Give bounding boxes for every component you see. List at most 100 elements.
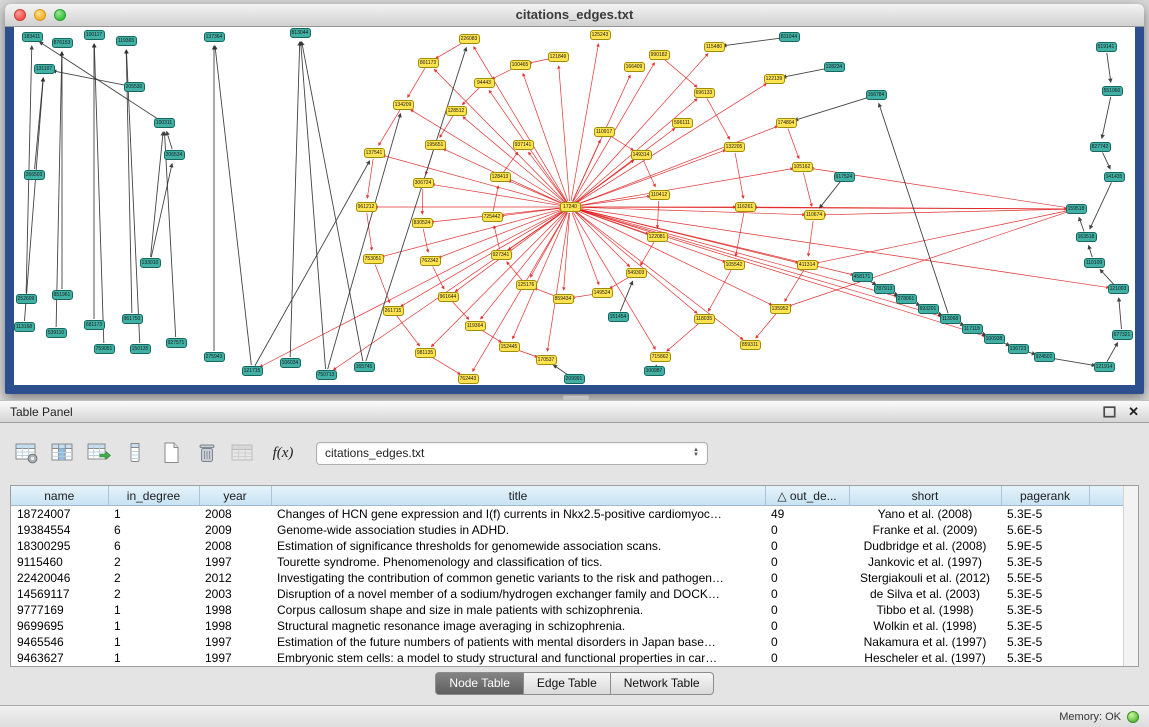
graph-node[interactable]: 113168 — [14, 322, 35, 332]
table-row[interactable]: 1456911722003Disruption of a novel membe… — [11, 586, 1124, 602]
graph-node[interactable]: 275943 — [204, 352, 225, 362]
graph-node[interactable]: 137541 — [364, 148, 385, 158]
graph-node[interactable]: 116261 — [735, 202, 756, 212]
graph-node[interactable]: 110674 — [804, 210, 825, 220]
graph-node[interactable]: 128512 — [446, 106, 467, 116]
column-header-out_de[interactable]: △ out_de... — [765, 486, 849, 506]
graph-node[interactable]: 539110 — [46, 328, 67, 338]
table-scrollbar[interactable] — [1123, 486, 1138, 666]
table-row[interactable]: 946362711997Embryonic stem cells: a mode… — [11, 650, 1124, 666]
graph-node[interactable]: 266503 — [24, 170, 45, 180]
graph-node[interactable]: 121914 — [1094, 362, 1115, 372]
table-row[interactable]: 911546021997Tourette syndrome. Phenomeno… — [11, 554, 1124, 570]
graph-node[interactable]: 549303 — [626, 268, 647, 278]
graph-node[interactable]: 961644 — [438, 292, 459, 302]
graph-node[interactable]: 961212 — [356, 202, 377, 212]
graph-node[interactable]: 750713 — [316, 370, 337, 380]
network-canvas[interactable]: 1724012184910046594443128512195651306724… — [14, 27, 1135, 385]
table-row[interactable]: 1872400712008Changes of HCN gene express… — [11, 506, 1124, 523]
select-columns-icon[interactable] — [50, 441, 76, 465]
table-row[interactable]: 969969511998Structural magnetic resonanc… — [11, 618, 1124, 634]
graph-node[interactable]: 121003 — [1108, 284, 1129, 294]
column-header-in_degree[interactable]: in_degree — [108, 486, 199, 506]
single-column-icon[interactable] — [122, 441, 148, 465]
graph-node[interactable]: 981135 — [415, 348, 436, 358]
graph-node[interactable]: 119365 — [116, 36, 137, 46]
graph-node[interactable]: 133010 — [140, 258, 161, 268]
graph-node[interactable]: 125243 — [590, 30, 611, 40]
graph-node[interactable]: 617524 — [834, 172, 855, 182]
column-header-title[interactable]: title — [271, 486, 765, 506]
new-document-icon[interactable] — [158, 441, 184, 465]
graph-node[interactable]: 132205 — [724, 142, 745, 152]
graph-node[interactable]: 278061 — [896, 294, 917, 304]
close-panel-icon[interactable]: ✕ — [1128, 404, 1139, 420]
graph-node[interactable]: 136723 — [1008, 344, 1029, 354]
graph-node[interactable]: 813044 — [290, 28, 311, 38]
graph-node[interactable]: 125176 — [516, 280, 537, 290]
tab-node-table[interactable]: Node Table — [435, 672, 524, 695]
graph-node[interactable]: 811044 — [779, 32, 800, 42]
graph-node[interactable]: 759051 — [94, 344, 115, 354]
graph-node[interactable]: 100117 — [84, 30, 105, 40]
function-builder-icon[interactable]: f(x) — [266, 441, 300, 465]
graph-node[interactable]: 596111 — [672, 118, 693, 128]
graph-node[interactable]: 927571 — [166, 338, 187, 348]
graph-node[interactable]: 122139 — [764, 74, 785, 84]
graph-node[interactable]: 859311 — [740, 340, 761, 350]
graph-node[interactable]: 106034 — [280, 358, 301, 368]
graph-node[interactable]: 105542 — [724, 260, 745, 270]
table-row[interactable]: 977716911998Corpus callosum shape and si… — [11, 602, 1124, 618]
graph-node[interactable]: 141435 — [1104, 172, 1125, 182]
graph-node[interactable]: 165745 — [354, 362, 375, 372]
delete-table-icon[interactable] — [194, 441, 220, 465]
graph-node[interactable]: 118035 — [694, 314, 715, 324]
window-zoom-button[interactable] — [54, 9, 66, 21]
graph-node[interactable]: 163518 — [1076, 232, 1097, 242]
graph-node[interactable]: 100465 — [510, 60, 531, 70]
graph-node[interactable]: 134209 — [393, 100, 414, 110]
graph-node[interactable]: 924502 — [1034, 352, 1055, 362]
graph-node[interactable]: 150135 — [130, 344, 151, 354]
graph-node[interactable]: 170537 — [536, 355, 557, 365]
graph-node[interactable]: 725442 — [482, 212, 503, 222]
table-selector[interactable]: citations_edges.txt ▲▼ — [316, 442, 708, 465]
graph-node[interactable]: 801173 — [418, 58, 439, 68]
graph-node[interactable]: 787913 — [874, 284, 895, 294]
graph-node[interactable]: 117118 — [962, 324, 983, 334]
float-panel-icon[interactable] — [1103, 406, 1116, 418]
graph-node[interactable]: 195651 — [425, 140, 446, 150]
graph-node[interactable]: 519141 — [1096, 42, 1117, 52]
graph-node[interactable]: 159518 — [1066, 204, 1087, 214]
tab-network-table[interactable]: Network Table — [610, 672, 714, 695]
column-header-pagerank[interactable]: pagerank — [1001, 486, 1089, 506]
graph-node[interactable]: 183411 — [22, 32, 43, 42]
graph-node[interactable]: 17240 — [560, 202, 581, 212]
graph-node[interactable]: 115480 — [704, 42, 725, 52]
graph-node[interactable]: 110412 — [649, 190, 670, 200]
graph-node[interactable]: 693201 — [918, 304, 939, 314]
graph-node[interactable]: 411314 — [797, 260, 818, 270]
graph-node[interactable]: 762342 — [420, 256, 441, 266]
window-close-button[interactable] — [14, 9, 26, 21]
graph-node[interactable]: 830524 — [412, 218, 433, 228]
graph-node[interactable]: 121715 — [242, 366, 263, 376]
graph-node[interactable]: 252609 — [16, 294, 37, 304]
table-row[interactable]: 2242004622012Investigating the contribut… — [11, 570, 1124, 586]
graph-node[interactable]: 859434 — [553, 294, 574, 304]
graph-node[interactable]: 122081 — [647, 232, 668, 242]
graph-node[interactable]: 137364 — [204, 32, 225, 42]
graph-node[interactable]: 990182 — [649, 50, 670, 60]
graph-node[interactable]: 762443 — [458, 374, 479, 384]
graph-node[interactable]: 166409 — [624, 62, 645, 72]
column-header-short[interactable]: short — [849, 486, 1001, 506]
graph-node[interactable]: 131107 — [34, 64, 55, 74]
graph-node[interactable]: 128234 — [824, 62, 845, 72]
edit-table-icon[interactable] — [86, 441, 112, 465]
graph-node[interactable]: 110917 — [594, 127, 615, 137]
graph-node[interactable]: 261715 — [383, 306, 404, 316]
tab-edge-table[interactable]: Edge Table — [523, 672, 611, 695]
graph-node[interactable]: 100311 — [154, 118, 175, 128]
table-row[interactable]: 1830029562008Estimation of significance … — [11, 538, 1124, 554]
graph-node[interactable]: 113068 — [940, 314, 961, 324]
